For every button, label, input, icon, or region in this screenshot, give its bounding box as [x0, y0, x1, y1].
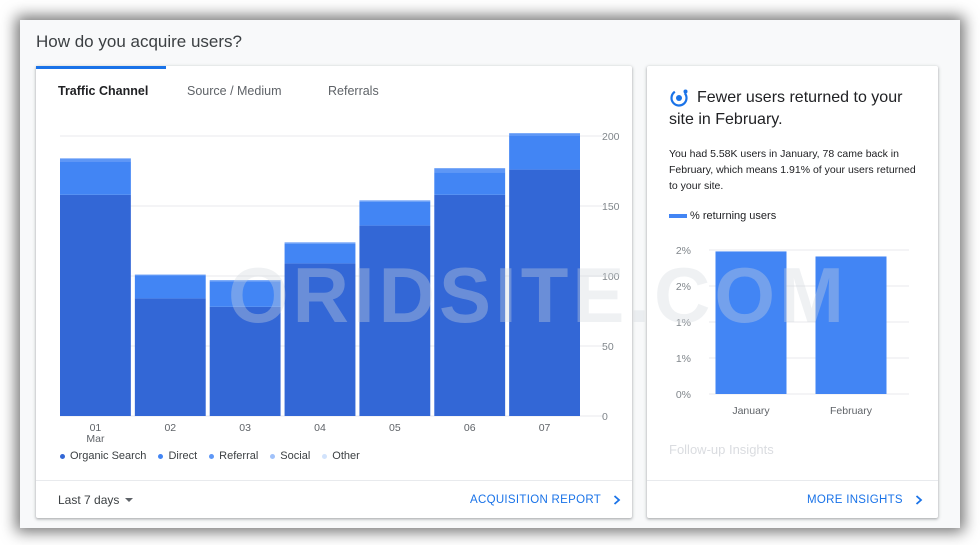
bar-segment-organic-search[interactable]	[434, 194, 506, 416]
legend-label: Other	[332, 450, 360, 462]
returning-users-chart: 0% 1% 1% 2% 2% January February	[676, 245, 909, 417]
traffic-channel-chart: 05010015020001Mar02 03 04 05 06 07	[60, 131, 620, 445]
bar-segment-organic-search[interactable]	[209, 306, 281, 416]
bar-segment-organic-search[interactable]	[359, 225, 431, 416]
legend-label: Social	[280, 450, 311, 462]
legend-item-direct[interactable]: Direct	[158, 450, 197, 462]
x-tick-label: 02	[164, 422, 176, 434]
x-tick-label: 04	[314, 422, 326, 434]
x-tick-label: January	[732, 405, 770, 417]
bar-segment-direct[interactable]	[434, 172, 506, 195]
acquisition-card: Traffic Channel Source / Medium Referral…	[36, 66, 632, 518]
legend-item-social[interactable]: Social	[270, 450, 310, 462]
bar-segment-organic-search[interactable]	[134, 298, 206, 416]
acquisition-report-link[interactable]: ACQUISITION REPORT	[470, 494, 621, 506]
report-frame: How do you acquire users? Traffic Channe…	[20, 20, 960, 528]
legend-item-referral[interactable]: Referral	[209, 450, 258, 462]
x-tick-label: 07	[539, 422, 551, 434]
y-tick-label: 1%	[676, 317, 691, 329]
bar-segment-referral[interactable]	[509, 133, 580, 136]
chevron-right-icon	[915, 495, 923, 505]
bar-segment-referral[interactable]	[284, 242, 356, 244]
date-range-dropdown[interactable]: Last 7 days	[58, 493, 134, 507]
insight-card: Fewer users returned to your site in Feb…	[647, 66, 938, 518]
x-tick-label: 06	[464, 422, 476, 434]
legend-item-organic-search[interactable]: Organic Search	[60, 450, 146, 462]
bar-segment-referral[interactable]	[434, 168, 506, 173]
x-tick-label: February	[830, 405, 873, 417]
bar-segment-direct[interactable]	[209, 281, 281, 307]
bar-segment-referral[interactable]	[209, 280, 281, 282]
more-insights-label: MORE INSIGHTS	[807, 494, 903, 506]
y-tick-label: 50	[602, 341, 614, 353]
legend-item-other[interactable]: Other	[322, 450, 360, 462]
bar-segment-organic-search[interactable]	[60, 194, 131, 416]
bar-returning-users[interactable]	[815, 256, 887, 394]
bar-segment-organic-search[interactable]	[284, 263, 356, 416]
bar-returning-users[interactable]	[715, 251, 787, 394]
legend-dot	[209, 453, 215, 459]
bar-segment-direct[interactable]	[284, 243, 356, 264]
caret-down-icon	[125, 498, 134, 502]
insight-card-footer: MORE INSIGHTS	[647, 480, 938, 518]
y-tick-label: 2%	[676, 281, 691, 293]
x-tick-sublabel: Mar	[86, 433, 105, 445]
legend-dot	[270, 453, 276, 459]
date-range-label: Last 7 days	[58, 493, 120, 507]
y-tick-label: 0	[602, 411, 608, 423]
legend-dot	[158, 453, 164, 459]
follow-up-insights[interactable]: Follow-up Insights	[669, 442, 774, 457]
x-tick-label: 05	[389, 422, 401, 434]
legend-dot	[60, 453, 65, 459]
y-tick-label: 0%	[676, 389, 691, 401]
legend-dot	[322, 453, 328, 459]
chart-legend: Organic Search Direct Referral Social Other	[60, 450, 372, 462]
bar-segment-direct[interactable]	[134, 276, 206, 299]
bar-segment-organic-search[interactable]	[509, 169, 580, 416]
y-tick-label: 150	[602, 201, 620, 213]
page-title: How do you acquire users?	[36, 32, 243, 51]
x-tick-label: 03	[239, 422, 251, 434]
y-tick-label: 1%	[676, 353, 691, 365]
acquisition-card-footer: Last 7 days ACQUISITION REPORT	[36, 480, 632, 518]
legend-label: Direct	[168, 450, 198, 462]
bar-segment-referral[interactable]	[60, 158, 131, 162]
bar-segment-referral[interactable]	[134, 274, 206, 276]
acquisition-report-label: ACQUISITION REPORT	[470, 494, 602, 506]
more-insights-link[interactable]: MORE INSIGHTS	[807, 494, 923, 506]
legend-label: Referral	[219, 450, 259, 462]
y-tick-label: 200	[602, 131, 620, 143]
y-tick-label: 100	[602, 271, 620, 283]
chevron-right-icon	[613, 495, 621, 505]
bar-segment-direct[interactable]	[359, 201, 431, 226]
bar-segment-direct[interactable]	[60, 161, 131, 195]
legend-label: Organic Search	[70, 450, 147, 462]
bar-segment-referral[interactable]	[359, 200, 431, 202]
y-tick-label: 2%	[676, 245, 691, 257]
bar-segment-direct[interactable]	[509, 136, 580, 170]
